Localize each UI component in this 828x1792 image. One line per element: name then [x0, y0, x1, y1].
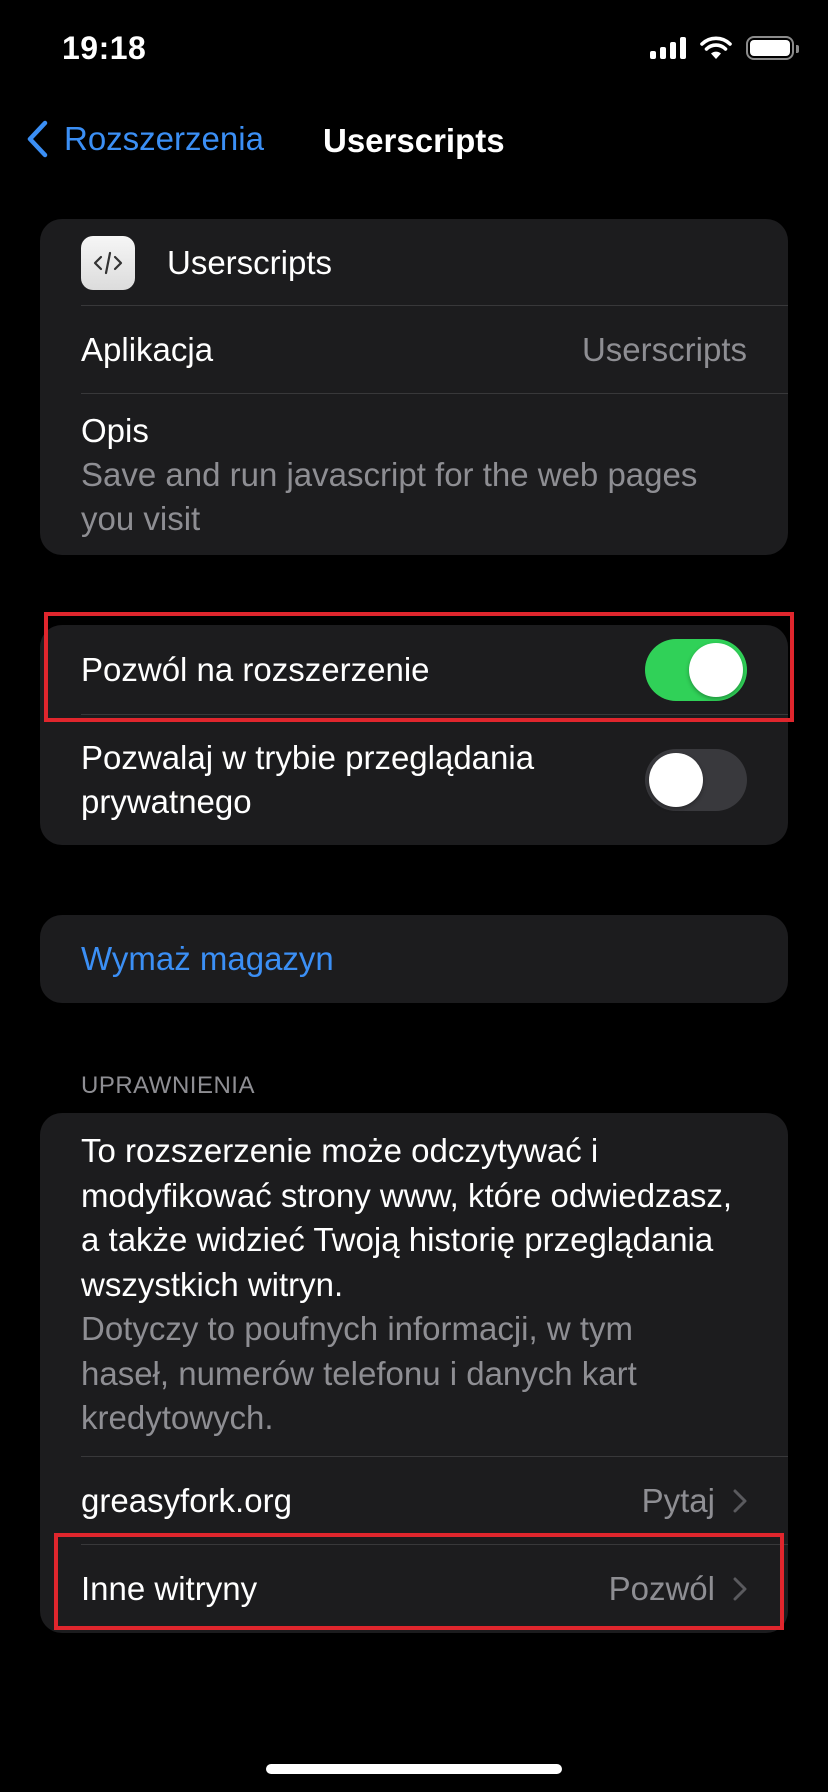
site-name: Inne witryny [81, 1569, 258, 1607]
description-text: Save and run javascript for the web page… [81, 455, 698, 537]
description-row: Opis Save and run javascript for the web… [40, 394, 788, 555]
app-label: Aplikacja [81, 331, 214, 368]
site-name: greasyfork.org [81, 1481, 292, 1519]
status-time: 19:18 [62, 30, 147, 66]
status-icons [650, 36, 799, 60]
chevron-right-icon [733, 1577, 747, 1601]
chevron-right-icon [733, 1489, 747, 1513]
battery-icon [746, 36, 799, 60]
description-label: Opis [81, 411, 149, 449]
signal-icon [650, 37, 686, 59]
permissions-description-row: To rozszerzenie może odczytywać i modyfi… [40, 1113, 788, 1457]
permissions-secondary-text: Dotyczy to poufnych informacji, w tym ha… [81, 1310, 637, 1436]
permissions-header: UPRAWNIENIA [81, 1072, 255, 1099]
extension-code-icon [81, 235, 135, 290]
allow-extension-toggle[interactable] [645, 639, 747, 701]
permissions-main-text: To rozszerzenie może odczytywać i modyfi… [81, 1132, 733, 1303]
back-button-label: Rozszerzenia [64, 120, 264, 157]
extension-info-card: Userscripts Aplikacja Userscripts Opis S… [40, 219, 788, 555]
wifi-icon [700, 36, 732, 59]
navigation-bar: Rozszerzenia Userscripts [0, 110, 828, 170]
allow-extension-label: Pozwól na rozszerzenie [81, 651, 430, 688]
page-title: Userscripts [323, 122, 505, 159]
extension-header-row: Userscripts [40, 219, 788, 306]
site-permission-value: Pozwól [608, 1569, 715, 1607]
clear-storage-button[interactable]: Wymaż magazyn [40, 915, 788, 1003]
status-bar: 19:18 [0, 0, 828, 100]
private-browsing-row: Pozwalaj w trybie przeglądania prywatneg… [40, 715, 788, 845]
back-button[interactable]: Rozszerzenia [26, 120, 264, 158]
site-row-greasyfork[interactable]: greasyfork.org Pytaj [40, 1457, 788, 1545]
private-browsing-label: Pozwalaj w trybie przeglądania prywatneg… [81, 739, 535, 820]
private-browsing-toggle[interactable] [645, 749, 747, 811]
storage-card: Wymaż magazyn [40, 915, 788, 1003]
home-indicator[interactable] [266, 1764, 562, 1774]
allow-extension-row: Pozwól na rozszerzenie [40, 625, 788, 715]
extension-name: Userscripts [167, 243, 333, 281]
permissions-card: To rozszerzenie może odczytywać i modyfi… [40, 1113, 788, 1633]
app-value: Userscripts [581, 331, 747, 368]
chevron-left-icon [27, 120, 48, 158]
app-row: Aplikacja Userscripts [40, 306, 788, 394]
site-permission-value: Pytaj [641, 1481, 715, 1519]
site-row-other-websites[interactable]: Inne witryny Pozwól [40, 1545, 788, 1633]
toggles-card: Pozwól na rozszerzenie Pozwalaj w trybie… [40, 625, 788, 845]
